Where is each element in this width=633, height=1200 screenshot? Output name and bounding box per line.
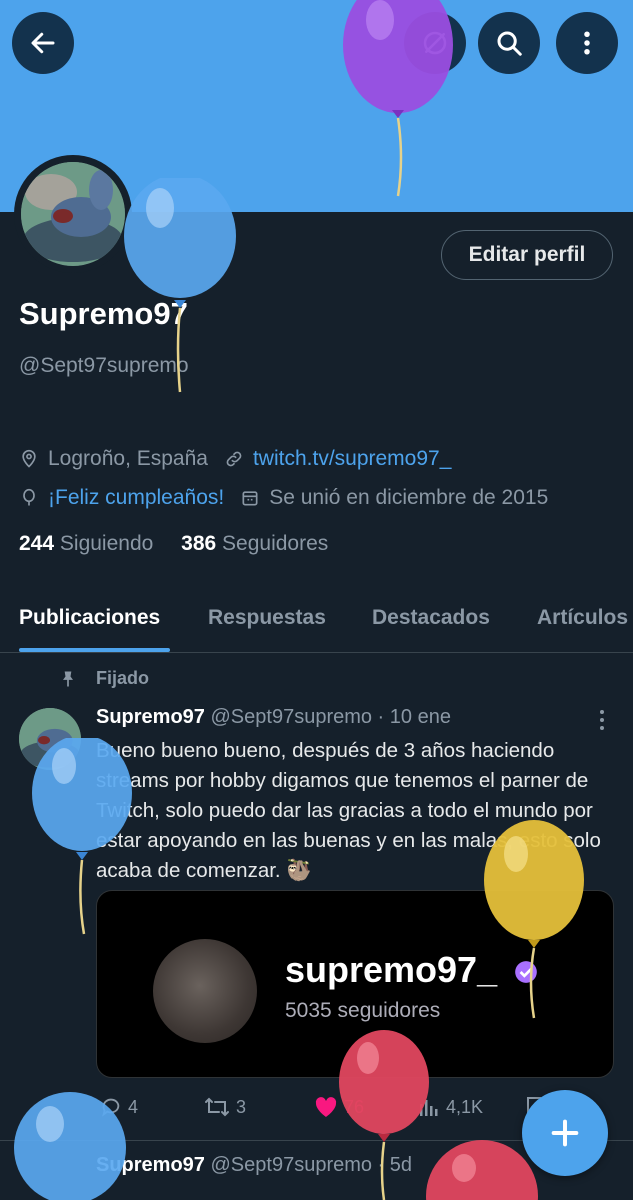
profile-info-row-1: Logroño, España twitch.tv/supremo97_ — [19, 447, 451, 471]
followers-stat[interactable]: 386 Seguidores — [181, 532, 328, 555]
verified-icon — [515, 961, 537, 984]
profile-tabs: Publicaciones Respuestas Destacados Artí… — [0, 590, 633, 653]
back-button[interactable] — [12, 12, 74, 74]
profile-info-row-2: ¡Feliz cumpleaños! Se unió en diciembre … — [19, 486, 548, 510]
post2-meta: @Sept97supremo · 5d — [210, 1154, 413, 1176]
bell-off-icon — [423, 31, 447, 55]
tab-articulos[interactable]: Artículos — [537, 606, 628, 630]
search-button[interactable] — [478, 12, 540, 74]
active-tab-indicator — [19, 648, 170, 652]
twitch-card-followers: 5035 seguidores — [285, 999, 441, 1022]
post-author-name[interactable]: Supremo97 — [96, 706, 205, 728]
reply-action[interactable]: 4 — [100, 1096, 138, 1118]
more-button[interactable] — [556, 12, 618, 74]
birthday-text[interactable]: ¡Feliz cumpleaños! — [48, 486, 224, 510]
heart-icon — [315, 1097, 337, 1117]
profile-name: Supremo97 — [19, 296, 188, 331]
following-stat[interactable]: 244 Siguiendo — [19, 532, 153, 555]
balloon-icon — [19, 488, 39, 508]
location-text: Logroño, España — [48, 447, 208, 470]
link-icon — [224, 449, 244, 469]
edit-profile-button[interactable]: Editar perfil — [441, 230, 613, 280]
tab-destacados[interactable]: Destacados — [372, 606, 490, 630]
pinned-label: Fijado — [58, 668, 149, 689]
website-link[interactable]: twitch.tv/supremo97_ — [253, 447, 451, 471]
views-icon — [420, 1100, 438, 1116]
calendar-icon — [240, 488, 260, 508]
post2-author-name[interactable]: Supremo97 — [96, 1154, 205, 1176]
retweet-action[interactable]: 3 — [204, 1096, 246, 1118]
location-icon — [19, 449, 39, 469]
post-meta: @Sept97supremo · 10 ene — [210, 706, 451, 728]
twitch-channel-logo — [153, 939, 257, 1043]
more-vertical-icon — [584, 31, 590, 55]
pin-icon — [63, 671, 73, 686]
stitch-avatar-image — [21, 162, 125, 266]
reply-icon — [102, 1098, 120, 1117]
tab-publicaciones[interactable]: Publicaciones — [19, 606, 160, 630]
post-more-icon[interactable] — [592, 708, 612, 732]
post-header: Supremo97 @Sept97supremo · 10 ene — [96, 706, 451, 729]
second-post-header: Supremo97 @Sept97supremo · 5d — [96, 1154, 412, 1177]
search-icon — [497, 31, 522, 56]
like-action[interactable]: 76 — [314, 1096, 364, 1118]
tab-respuestas[interactable]: Respuestas — [208, 606, 326, 630]
profile-handle: @Sept97supremo — [19, 354, 189, 377]
post-avatar[interactable] — [19, 708, 81, 770]
profile-stats: 244 Siguiendo 386 Seguidores — [19, 532, 328, 556]
notifications-button[interactable] — [404, 12, 466, 74]
twitch-card[interactable]: supremo97_ 5035 seguidores — [96, 890, 614, 1078]
views-action[interactable]: 4,1K — [418, 1096, 483, 1118]
retweet-icon — [205, 1097, 229, 1117]
twitch-card-title: supremo97_ — [285, 949, 539, 991]
arrow-left-icon — [31, 32, 55, 54]
joined-text: Se unió en diciembre de 2015 — [269, 486, 549, 509]
post-text: Bueno bueno bueno, después de 3 años hac… — [96, 739, 601, 882]
plus-icon — [551, 1119, 579, 1147]
compose-button[interactable] — [522, 1090, 608, 1176]
profile-avatar[interactable] — [14, 155, 132, 273]
